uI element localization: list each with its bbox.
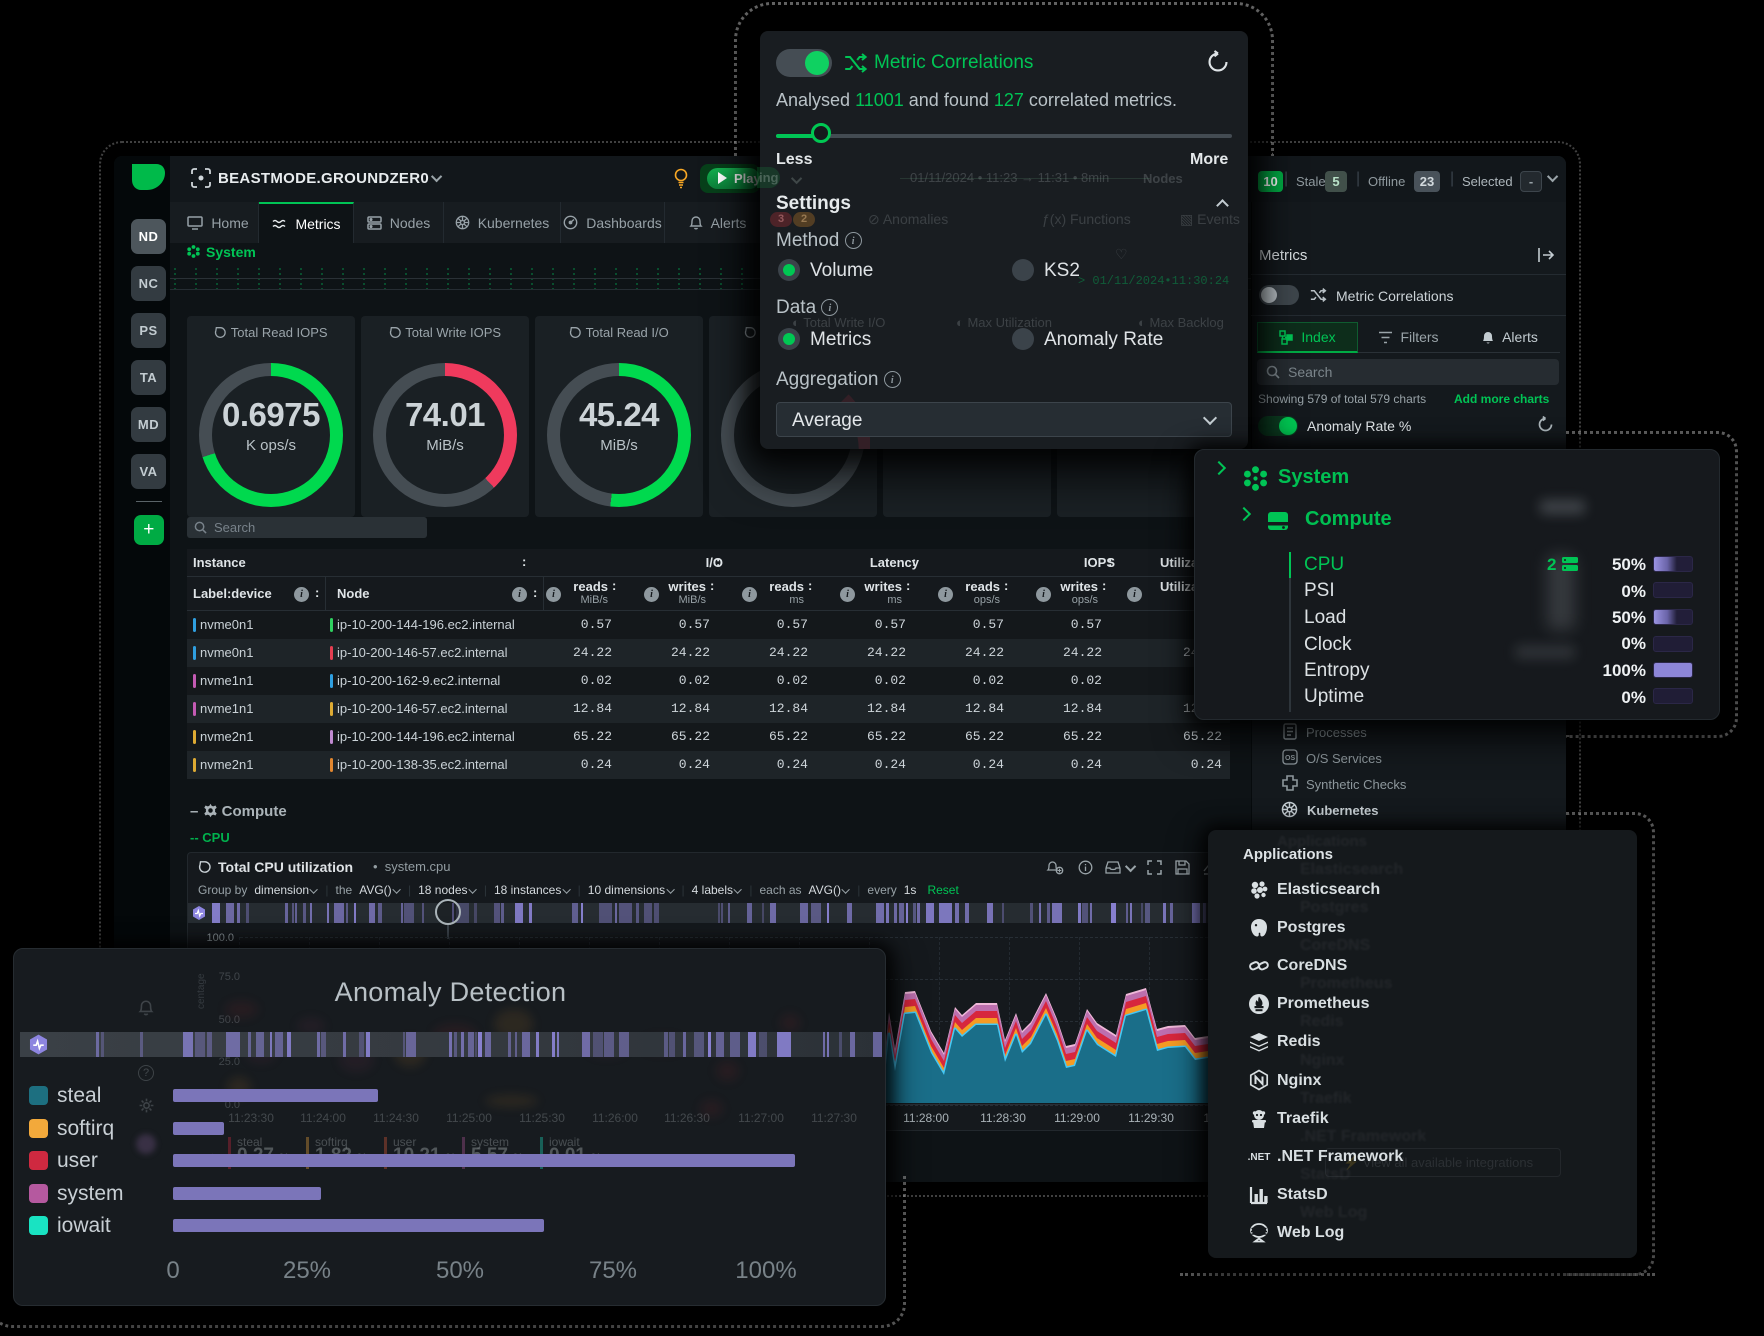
svg-text:OS: OS [1285,755,1295,762]
